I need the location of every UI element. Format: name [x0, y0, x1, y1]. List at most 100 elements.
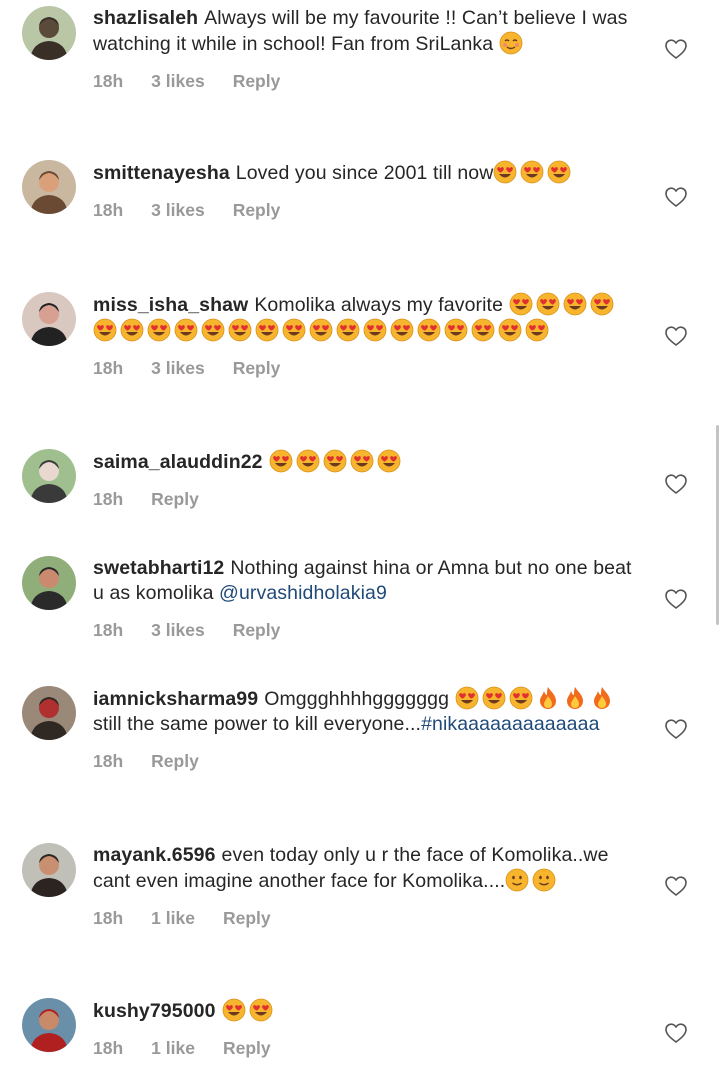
avatar[interactable] [22, 160, 76, 214]
like-heart-icon[interactable] [664, 186, 688, 208]
scrollbar[interactable] [716, 425, 719, 625]
like-heart-icon[interactable] [664, 473, 688, 495]
reply-button[interactable]: Reply [233, 71, 281, 92]
likes-count[interactable]: 3 likes [151, 358, 205, 379]
username-link[interactable]: kushy795000 [93, 1000, 216, 1022]
likes-count[interactable]: 1 like [151, 908, 195, 929]
timestamp: 18h [93, 488, 124, 509]
reply-button[interactable]: Reply [151, 751, 199, 772]
avatar[interactable] [22, 449, 76, 503]
username-link[interactable]: iamnicksharma99 [93, 688, 258, 710]
username-link[interactable]: shazlisaleh [93, 7, 198, 29]
heart-eyes-emoji [377, 449, 401, 473]
heart-eyes-emoji [228, 318, 252, 342]
heart-eyes-emoji [174, 318, 198, 342]
timestamp: 18h [93, 199, 124, 220]
avatar[interactable] [22, 686, 76, 740]
comment-body: saima_alauddin22 18h Reply [93, 449, 633, 510]
reply-button[interactable]: Reply [233, 358, 281, 379]
username-link[interactable]: swetabharti12 [93, 557, 224, 579]
comment-body: shazlisaleh Always will be my favourite !… [93, 6, 633, 92]
avatar[interactable] [22, 998, 76, 1052]
comment-text: iamnicksharma99 Omggghhhhggggggg still th… [93, 686, 633, 737]
heart-eyes-emoji [255, 318, 279, 342]
heart-eyes-emoji [269, 449, 293, 473]
heart-eyes-emoji [590, 292, 614, 316]
comment-body: mayank.6596 even today only u r the face … [93, 843, 633, 929]
comment-meta: 18h 3 likes Reply [93, 199, 633, 221]
avatar[interactable] [22, 843, 76, 897]
comment-meta: 18h 3 likes Reply [93, 70, 633, 92]
timestamp: 18h [93, 1037, 124, 1058]
heart-eyes-emoji [547, 160, 571, 184]
comment-text: saima_alauddin22 [93, 449, 633, 475]
username-link[interactable]: smittenayesha [93, 162, 230, 184]
username-link[interactable]: miss_isha_shaw [93, 294, 248, 316]
timestamp: 18h [93, 357, 124, 378]
comment-text: smittenayesha Loved you since 2001 till n… [93, 160, 633, 186]
comment-body: iamnicksharma99 Omggghhhhggggggg still th… [93, 686, 633, 772]
avatar[interactable] [22, 556, 76, 610]
reply-button[interactable]: Reply [223, 908, 271, 929]
heart-eyes-emoji [444, 318, 468, 342]
timestamp: 18h [93, 70, 124, 91]
heart-eyes-emoji [390, 318, 414, 342]
reply-button[interactable]: Reply [151, 489, 199, 510]
like-heart-icon[interactable] [664, 718, 688, 740]
comment-meta: 18h 3 likes Reply [93, 619, 633, 641]
heart-eyes-emoji [482, 686, 506, 710]
heart-eyes-emoji [493, 160, 517, 184]
timestamp: 18h [93, 619, 124, 640]
heart-eyes-emoji [471, 318, 495, 342]
comment-body: swetabharti12 Nothing against hina or Amn… [93, 556, 633, 641]
heart-eyes-emoji [309, 318, 333, 342]
comment-meta: 18h 1 like Reply [93, 907, 633, 929]
likes-count[interactable]: 3 likes [151, 200, 205, 221]
slightly-smiling-emoji [532, 868, 556, 892]
avatar[interactable] [22, 292, 76, 346]
comment-meta: 18h 1 like Reply [93, 1037, 633, 1059]
timestamp: 18h [93, 750, 124, 771]
avatar[interactable] [22, 6, 76, 60]
comment-body: smittenayesha Loved you since 2001 till n… [93, 160, 633, 221]
reply-button[interactable]: Reply [223, 1038, 271, 1059]
comment-text: miss_isha_shaw Komolika always my favorit… [93, 292, 633, 344]
heart-eyes-emoji [147, 318, 171, 342]
comment-meta: 18h Reply [93, 750, 633, 772]
comment-text-segment: still the same power to kill everyone... [93, 713, 422, 735]
timestamp: 18h [93, 907, 124, 928]
heart-eyes-emoji [509, 686, 533, 710]
mention-link[interactable]: @urvashidholakia9 [219, 582, 387, 604]
heart-eyes-emoji [93, 318, 117, 342]
like-heart-icon[interactable] [664, 588, 688, 610]
heart-eyes-emoji [222, 998, 246, 1022]
heart-eyes-emoji [282, 318, 306, 342]
comment-text: mayank.6596 even today only u r the face … [93, 843, 633, 894]
comment-text: swetabharti12 Nothing against hina or Amn… [93, 556, 633, 606]
like-heart-icon[interactable] [664, 1022, 688, 1044]
smiling-face-emoji [499, 31, 523, 55]
like-heart-icon[interactable] [664, 325, 688, 347]
fire-emoji [536, 686, 560, 710]
comment-text: shazlisaleh Always will be my favourite !… [93, 6, 633, 57]
hashtag-link[interactable]: #nikaaaaaaaaaaaaa [421, 713, 599, 735]
fire-emoji [590, 686, 614, 710]
username-link[interactable]: saima_alauddin22 [93, 451, 263, 473]
comment-body: kushy795000 18h 1 like Reply [93, 998, 633, 1059]
heart-eyes-emoji [296, 449, 320, 473]
username-link[interactable]: mayank.6596 [93, 844, 216, 866]
like-heart-icon[interactable] [664, 38, 688, 60]
likes-count[interactable]: 3 likes [151, 620, 205, 641]
like-heart-icon[interactable] [664, 875, 688, 897]
heart-eyes-emoji [509, 292, 533, 316]
likes-count[interactable]: 1 like [151, 1038, 195, 1059]
comment-body: miss_isha_shaw Komolika always my favorit… [93, 292, 633, 379]
reply-button[interactable]: Reply [233, 620, 281, 641]
likes-count[interactable]: 3 likes [151, 71, 205, 92]
slightly-smiling-emoji [505, 868, 529, 892]
heart-eyes-emoji [201, 318, 225, 342]
heart-eyes-emoji [350, 449, 374, 473]
comment-text-segment: Omggghhhhggggggg [264, 688, 455, 710]
heart-eyes-emoji [417, 318, 441, 342]
reply-button[interactable]: Reply [233, 200, 281, 221]
